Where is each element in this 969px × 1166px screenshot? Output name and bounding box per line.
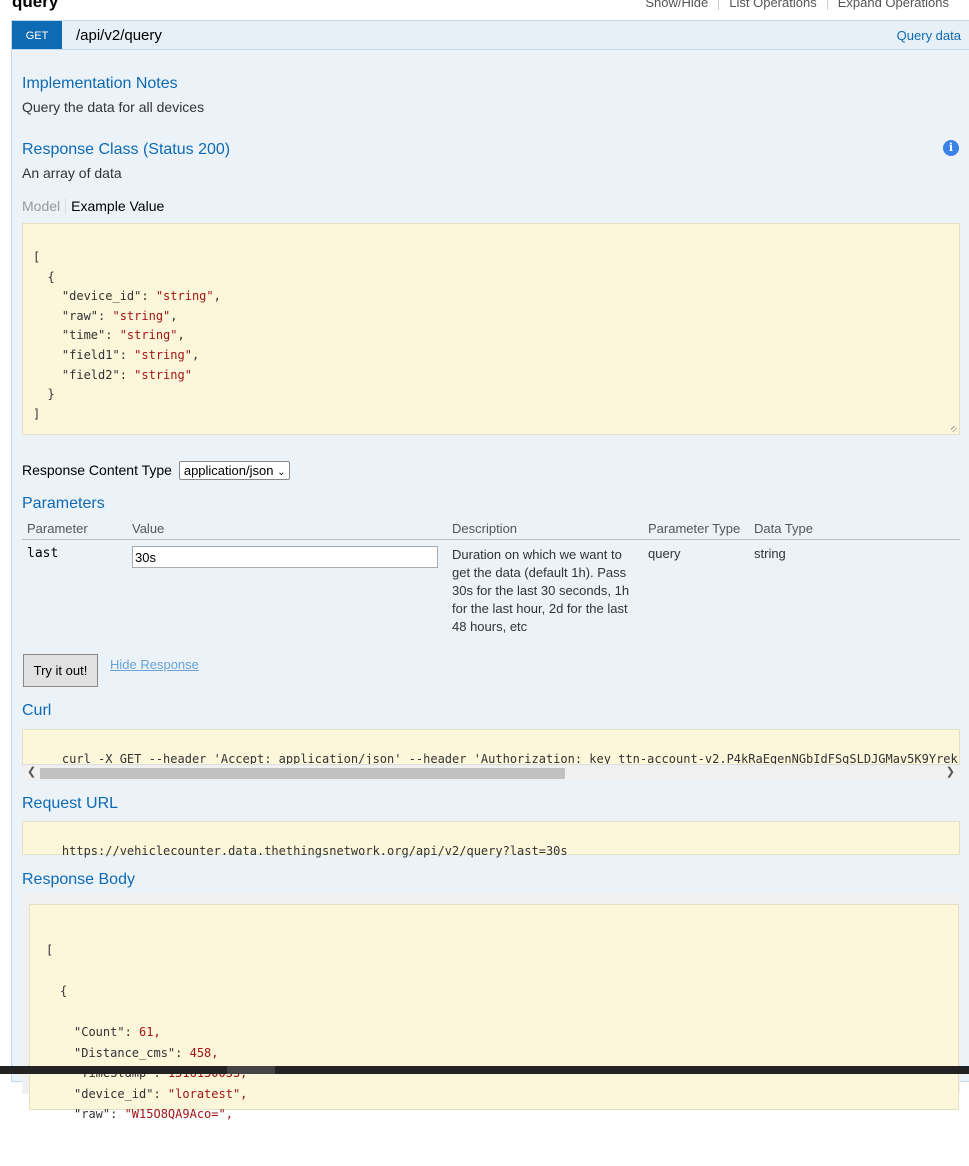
example-line: "field1": "string",	[33, 347, 200, 362]
example-line: [	[33, 250, 41, 264]
response-field: "raw": "W15O8QA9Aco=",	[74, 1107, 233, 1122]
response-field: "device_id": "loratest",	[74, 1086, 248, 1101]
example-line: ]	[33, 406, 41, 421]
response-field: "Distance_cms": 458,	[74, 1045, 219, 1060]
example-line: }	[33, 387, 55, 402]
example-code: [ { "device_id": "string", "raw": "strin…	[33, 248, 949, 424]
chevron-down-icon: ⌄	[277, 467, 286, 478]
example-line: "time": "string",	[33, 328, 185, 343]
content-type-select[interactable]: application/json ⌄	[178, 461, 291, 480]
impl-notes-text: Query the data for all devices	[22, 99, 205, 115]
content-type-label: Response Content Type	[22, 462, 172, 478]
example-line: {	[33, 269, 55, 284]
response-body-heading: Response Body	[22, 871, 135, 888]
col-description: Description	[447, 518, 643, 540]
example-line: "device_id": "string",	[33, 289, 221, 304]
hide-response-link[interactable]: Hide Response	[110, 657, 199, 672]
parameters-table: Parameter Value Description Parameter Ty…	[22, 518, 960, 642]
info-icon[interactable]: i	[943, 140, 959, 156]
model-tabs: Model Example Value	[22, 198, 164, 214]
try-it-out-button[interactable]: Try it out!	[23, 654, 98, 687]
operation-summary[interactable]: Query data	[897, 28, 961, 43]
bottom-bar	[0, 1066, 969, 1074]
example-line: "field2": "string"	[33, 367, 192, 382]
param-type: query	[648, 546, 681, 561]
param-last-input[interactable]	[132, 546, 438, 568]
resize-handle[interactable]	[951, 426, 957, 432]
response-open-brace: {	[60, 983, 68, 998]
param-name: last	[27, 546, 59, 561]
example-line: "raw": "string",	[33, 308, 178, 323]
tab-example-value[interactable]: Example Value	[66, 198, 164, 214]
parameters-heading: Parameters	[22, 495, 105, 512]
request-url-box[interactable]: https://vehiclecounter.data.thethingsnet…	[22, 821, 960, 858]
response-content-type: Response Content Type application/json ⌄	[22, 461, 291, 480]
curl-heading: Curl	[22, 702, 52, 719]
resource-title[interactable]: query	[12, 0, 58, 12]
response-class-text: An array of data	[22, 165, 122, 181]
horizontal-scrollbar[interactable]: ❮ ❯	[22, 764, 960, 781]
response-body-wrap: [ { "Count": 61,"Distance_cms": 458,"Tim…	[22, 894, 960, 1121]
operation-path[interactable]: /api/v2/query	[76, 27, 162, 44]
col-parameter: Parameter	[22, 518, 127, 540]
http-method-badge[interactable]: GET	[12, 21, 62, 49]
scroll-right-icon[interactable]: ❯	[946, 765, 955, 778]
response-field: "Count": 61,	[74, 1024, 161, 1039]
response-body-box[interactable]: [ { "Count": 61,"Distance_cms": 458,"Tim…	[29, 904, 959, 1121]
response-class-heading: Response Class (Status 200)	[22, 141, 231, 158]
param-data-type: string	[754, 546, 786, 561]
col-data-type: Data Type	[749, 518, 960, 540]
scrollbar-thumb[interactable]	[40, 768, 565, 779]
response-open-bracket: [	[46, 942, 54, 957]
expand-operations-link[interactable]: Expand Operations	[826, 0, 959, 10]
request-url-heading: Request URL	[22, 795, 119, 812]
list-operations-link[interactable]: List Operations	[718, 0, 826, 10]
col-value: Value	[127, 518, 447, 540]
show-hide-link[interactable]: Show/Hide	[635, 0, 718, 10]
request-url: https://vehiclecounter.data.thethingsnet…	[61, 844, 568, 858]
table-row: last Duration on which we want to get th…	[22, 540, 960, 643]
tab-model[interactable]: Model	[22, 198, 67, 214]
scroll-left-icon[interactable]: ❮	[27, 765, 36, 778]
operation-heading[interactable]: GET /api/v2/query Query data	[12, 21, 969, 50]
resource-ops: Show/Hide List Operations Expand Operati…	[635, 0, 959, 10]
impl-notes-heading: Implementation Notes	[22, 75, 178, 92]
param-description: Duration on which we want to get the dat…	[452, 547, 630, 634]
bottom-bar-segment	[227, 1066, 275, 1074]
col-parameter-type: Parameter Type	[643, 518, 749, 540]
resource-header: query Show/Hide List Operations Expand O…	[0, 0, 969, 20]
curl-box[interactable]: curl -X GET --header 'Accept: applicatio…	[22, 729, 960, 765]
operation-panel: GET /api/v2/query Query data Implementat…	[11, 20, 969, 1121]
example-value-box[interactable]: [ { "device_id": "string", "raw": "strin…	[22, 223, 960, 435]
